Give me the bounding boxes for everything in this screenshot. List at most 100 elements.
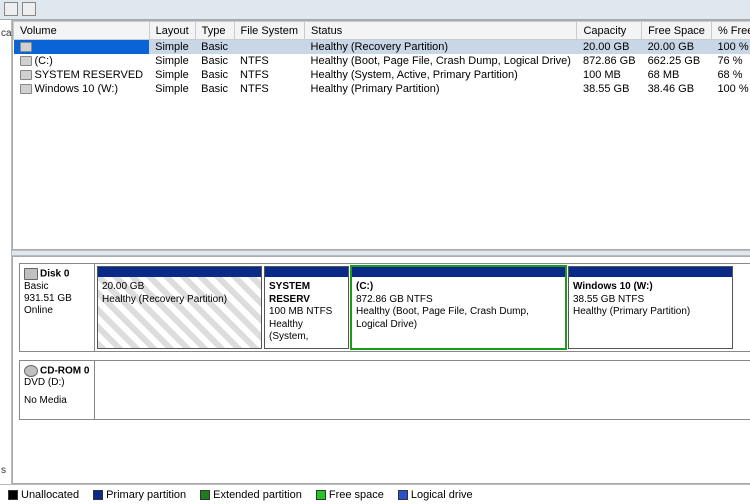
partition-title: Windows 10 (W:) bbox=[573, 281, 653, 292]
legend-label: Extended partition bbox=[213, 489, 302, 501]
cell: 872.86 GB bbox=[577, 54, 642, 68]
partition-body: SYSTEM RESERV100 MB NTFSHealthy (System, bbox=[265, 277, 348, 348]
partition-status: Healthy (Recovery Partition) bbox=[102, 294, 257, 307]
partition-size: 38.55 GB NTFS bbox=[573, 294, 728, 307]
partition[interactable]: 20.00 GBHealthy (Recovery Partition) bbox=[97, 266, 262, 349]
cell: 100 MB bbox=[577, 68, 642, 82]
cell: 100 % bbox=[711, 40, 750, 55]
disk-type: Basic bbox=[24, 281, 90, 293]
cell: Healthy (Boot, Page File, Crash Dump, Lo… bbox=[305, 54, 577, 68]
legend-swatch bbox=[200, 490, 210, 500]
partition[interactable]: (C:)872.86 GB NTFSHealthy (Boot, Page Fi… bbox=[351, 266, 566, 349]
column-header[interactable]: Type bbox=[195, 22, 234, 40]
disk-row-cdrom: CD-ROM 0 DVD (D:) No Media bbox=[19, 360, 750, 420]
partition-status: Healthy (Boot, Page File, Crash Dump, Lo… bbox=[356, 306, 561, 331]
partition[interactable]: SYSTEM RESERV100 MB NTFSHealthy (System, bbox=[264, 266, 349, 349]
cell: Basic bbox=[195, 40, 234, 55]
disk-size: 931.51 GB bbox=[24, 293, 90, 305]
cell: Basic bbox=[195, 68, 234, 82]
partition-header-bar bbox=[352, 267, 565, 277]
legend-swatch bbox=[316, 490, 326, 500]
props-icon[interactable] bbox=[22, 2, 36, 16]
column-header[interactable]: Volume bbox=[14, 22, 150, 40]
disk-label[interactable]: Disk 0 Basic 931.51 GB Online bbox=[20, 264, 95, 351]
cell: (C:) bbox=[14, 54, 150, 68]
partition-header-bar bbox=[569, 267, 732, 277]
column-header[interactable]: Layout bbox=[149, 22, 195, 40]
partition-size: 872.86 GB NTFS bbox=[356, 294, 561, 307]
volume-icon bbox=[20, 56, 32, 66]
volume-icon bbox=[20, 84, 32, 94]
table-row[interactable]: Windows 10 (W:)SimpleBasicNTFSHealthy (P… bbox=[14, 82, 750, 96]
legend-item: Unallocated bbox=[8, 489, 79, 501]
legend-item: Primary partition bbox=[93, 489, 186, 501]
toolbar bbox=[0, 0, 750, 20]
content: VolumeLayoutTypeFile SystemStatusCapacit… bbox=[12, 20, 750, 484]
cdrom-label[interactable]: CD-ROM 0 DVD (D:) No Media bbox=[20, 361, 95, 419]
column-header[interactable]: Status bbox=[305, 22, 577, 40]
stub-text: s bbox=[1, 465, 10, 476]
table-row[interactable]: SYSTEM RESERVEDSimpleBasicNTFSHealthy (S… bbox=[14, 68, 750, 82]
partition[interactable]: Windows 10 (W:) 38.55 GB NTFSHealthy (Pri… bbox=[568, 266, 733, 349]
cell: 68 % bbox=[711, 68, 750, 82]
cdrom-type: DVD (D:) bbox=[24, 377, 90, 389]
cdrom-icon bbox=[24, 365, 38, 377]
legend-label: Free space bbox=[329, 489, 384, 501]
cdrom-partitions bbox=[95, 361, 750, 419]
cdrom-state: No Media bbox=[24, 395, 90, 407]
legend: Unallocated Primary partition Extended par… bbox=[0, 484, 750, 504]
cell: SYSTEM RESERVED bbox=[14, 68, 150, 82]
cdrom-title: CD-ROM 0 bbox=[40, 365, 89, 376]
cell: Simple bbox=[149, 68, 195, 82]
legend-swatch bbox=[8, 490, 18, 500]
cell: Healthy (System, Active, Primary Partiti… bbox=[305, 68, 577, 82]
cell bbox=[14, 40, 150, 55]
partition-body: 20.00 GBHealthy (Recovery Partition) bbox=[98, 277, 261, 310]
legend-item: Free space bbox=[316, 489, 384, 501]
cell: Healthy (Recovery Partition) bbox=[305, 40, 577, 55]
table-row[interactable]: (C:)SimpleBasicNTFSHealthy (Boot, Page F… bbox=[14, 54, 750, 68]
cell: 662.25 GB bbox=[642, 54, 712, 68]
partition-status: Healthy (Primary Partition) bbox=[573, 306, 728, 319]
disk-icon[interactable] bbox=[4, 2, 18, 16]
cell: Simple bbox=[149, 40, 195, 55]
cell bbox=[234, 40, 304, 55]
table-row[interactable]: SimpleBasicHealthy (Recovery Partition)2… bbox=[14, 40, 750, 55]
partition-body: (C:)872.86 GB NTFSHealthy (Boot, Page Fi… bbox=[352, 277, 565, 335]
cell: Basic bbox=[195, 54, 234, 68]
cell: 76 % bbox=[711, 54, 750, 68]
partition-status: Healthy (System, bbox=[269, 319, 344, 344]
cell: 68 MB bbox=[642, 68, 712, 82]
disk-map[interactable]: Disk 0 Basic 931.51 GB Online 20.00 GBHe… bbox=[12, 256, 750, 484]
legend-item: Logical drive bbox=[398, 489, 473, 501]
cell: NTFS bbox=[234, 54, 304, 68]
partition-size: 100 MB NTFS bbox=[269, 306, 344, 319]
cell: 38.55 GB bbox=[577, 82, 642, 96]
cell: Simple bbox=[149, 54, 195, 68]
column-header[interactable]: Capacity bbox=[577, 22, 642, 40]
partition-size: 20.00 GB bbox=[102, 281, 257, 294]
column-header[interactable]: Free Space bbox=[642, 22, 712, 40]
left-tree-stub: cal s bbox=[0, 20, 12, 484]
stub-text: cal bbox=[1, 28, 10, 39]
legend-item: Extended partition bbox=[200, 489, 302, 501]
cell: 20.00 GB bbox=[577, 40, 642, 55]
hdd-icon bbox=[24, 268, 38, 280]
cell: 20.00 GB bbox=[642, 40, 712, 55]
volume-icon bbox=[20, 70, 32, 80]
cell: NTFS bbox=[234, 82, 304, 96]
volume-table: VolumeLayoutTypeFile SystemStatusCapacit… bbox=[13, 21, 750, 96]
cell: NTFS bbox=[234, 68, 304, 82]
cell: Basic bbox=[195, 82, 234, 96]
legend-label: Primary partition bbox=[106, 489, 186, 501]
volume-list[interactable]: VolumeLayoutTypeFile SystemStatusCapacit… bbox=[12, 20, 750, 250]
cell: Windows 10 (W:) bbox=[14, 82, 150, 96]
column-header[interactable]: File System bbox=[234, 22, 304, 40]
column-header[interactable]: % Free bbox=[711, 22, 750, 40]
legend-swatch bbox=[93, 490, 103, 500]
cell: Healthy (Primary Partition) bbox=[305, 82, 577, 96]
volume-icon bbox=[20, 42, 32, 52]
partition-body: Windows 10 (W:) 38.55 GB NTFSHealthy (Pri… bbox=[569, 277, 732, 323]
disk-row-0: Disk 0 Basic 931.51 GB Online 20.00 GBHe… bbox=[19, 263, 750, 352]
volume-name: Windows 10 (W:) bbox=[35, 83, 119, 95]
